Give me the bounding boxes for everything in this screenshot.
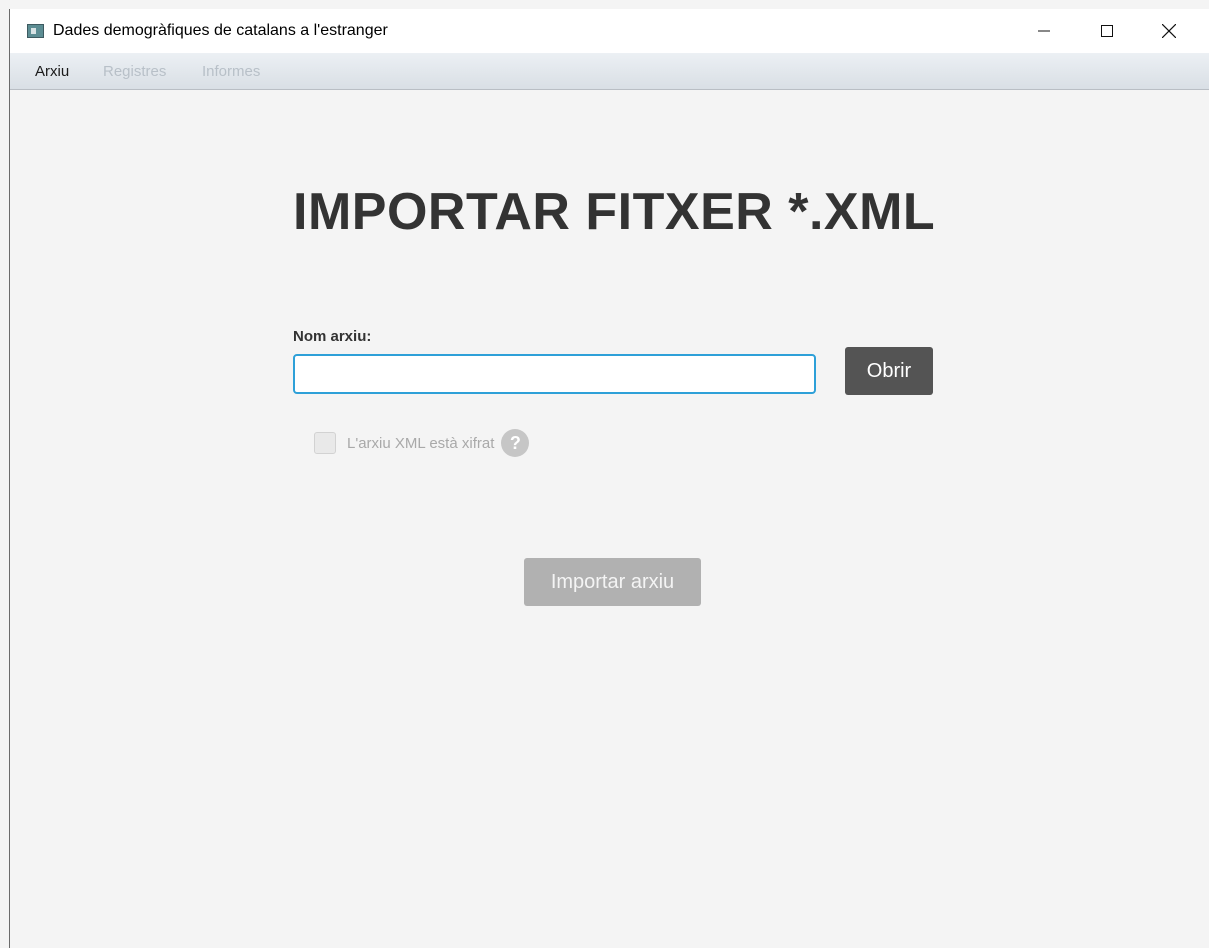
encrypted-checkbox[interactable]	[314, 432, 336, 454]
help-icon[interactable]: ?	[501, 429, 530, 457]
minimize-button[interactable]	[1021, 9, 1067, 53]
encrypted-checkbox-label: L'arxiu XML està xifrat	[347, 434, 495, 452]
maximize-button[interactable]	[1084, 9, 1130, 53]
encrypted-option: L'arxiu XML està xifrat ?	[314, 429, 530, 457]
menu-registres[interactable]: Registres	[103, 63, 166, 80]
app-window: Dades demogràfiques de catalans a l'estr…	[9, 9, 1209, 948]
close-button[interactable]	[1146, 9, 1192, 53]
app-window-icon	[27, 24, 44, 38]
file-name-label: Nom arxiu:	[293, 328, 372, 345]
maximize-icon	[1101, 25, 1113, 37]
menu-bar: Arxiu Registres Informes	[10, 53, 1209, 90]
page-title: IMPORTAR FITXER *.XML	[293, 183, 936, 241]
title-bar: Dades demogràfiques de catalans a l'estr…	[10, 9, 1209, 53]
window-title: Dades demogràfiques de catalans a l'estr…	[53, 22, 388, 39]
open-button[interactable]: Obrir	[845, 347, 933, 395]
menu-informes[interactable]: Informes	[202, 63, 260, 80]
menu-arxiu[interactable]: Arxiu	[35, 63, 69, 80]
close-icon	[1162, 24, 1176, 38]
import-file-button[interactable]: Importar arxiu	[524, 558, 701, 606]
file-name-input[interactable]	[293, 354, 816, 394]
minimize-icon	[1038, 30, 1050, 32]
